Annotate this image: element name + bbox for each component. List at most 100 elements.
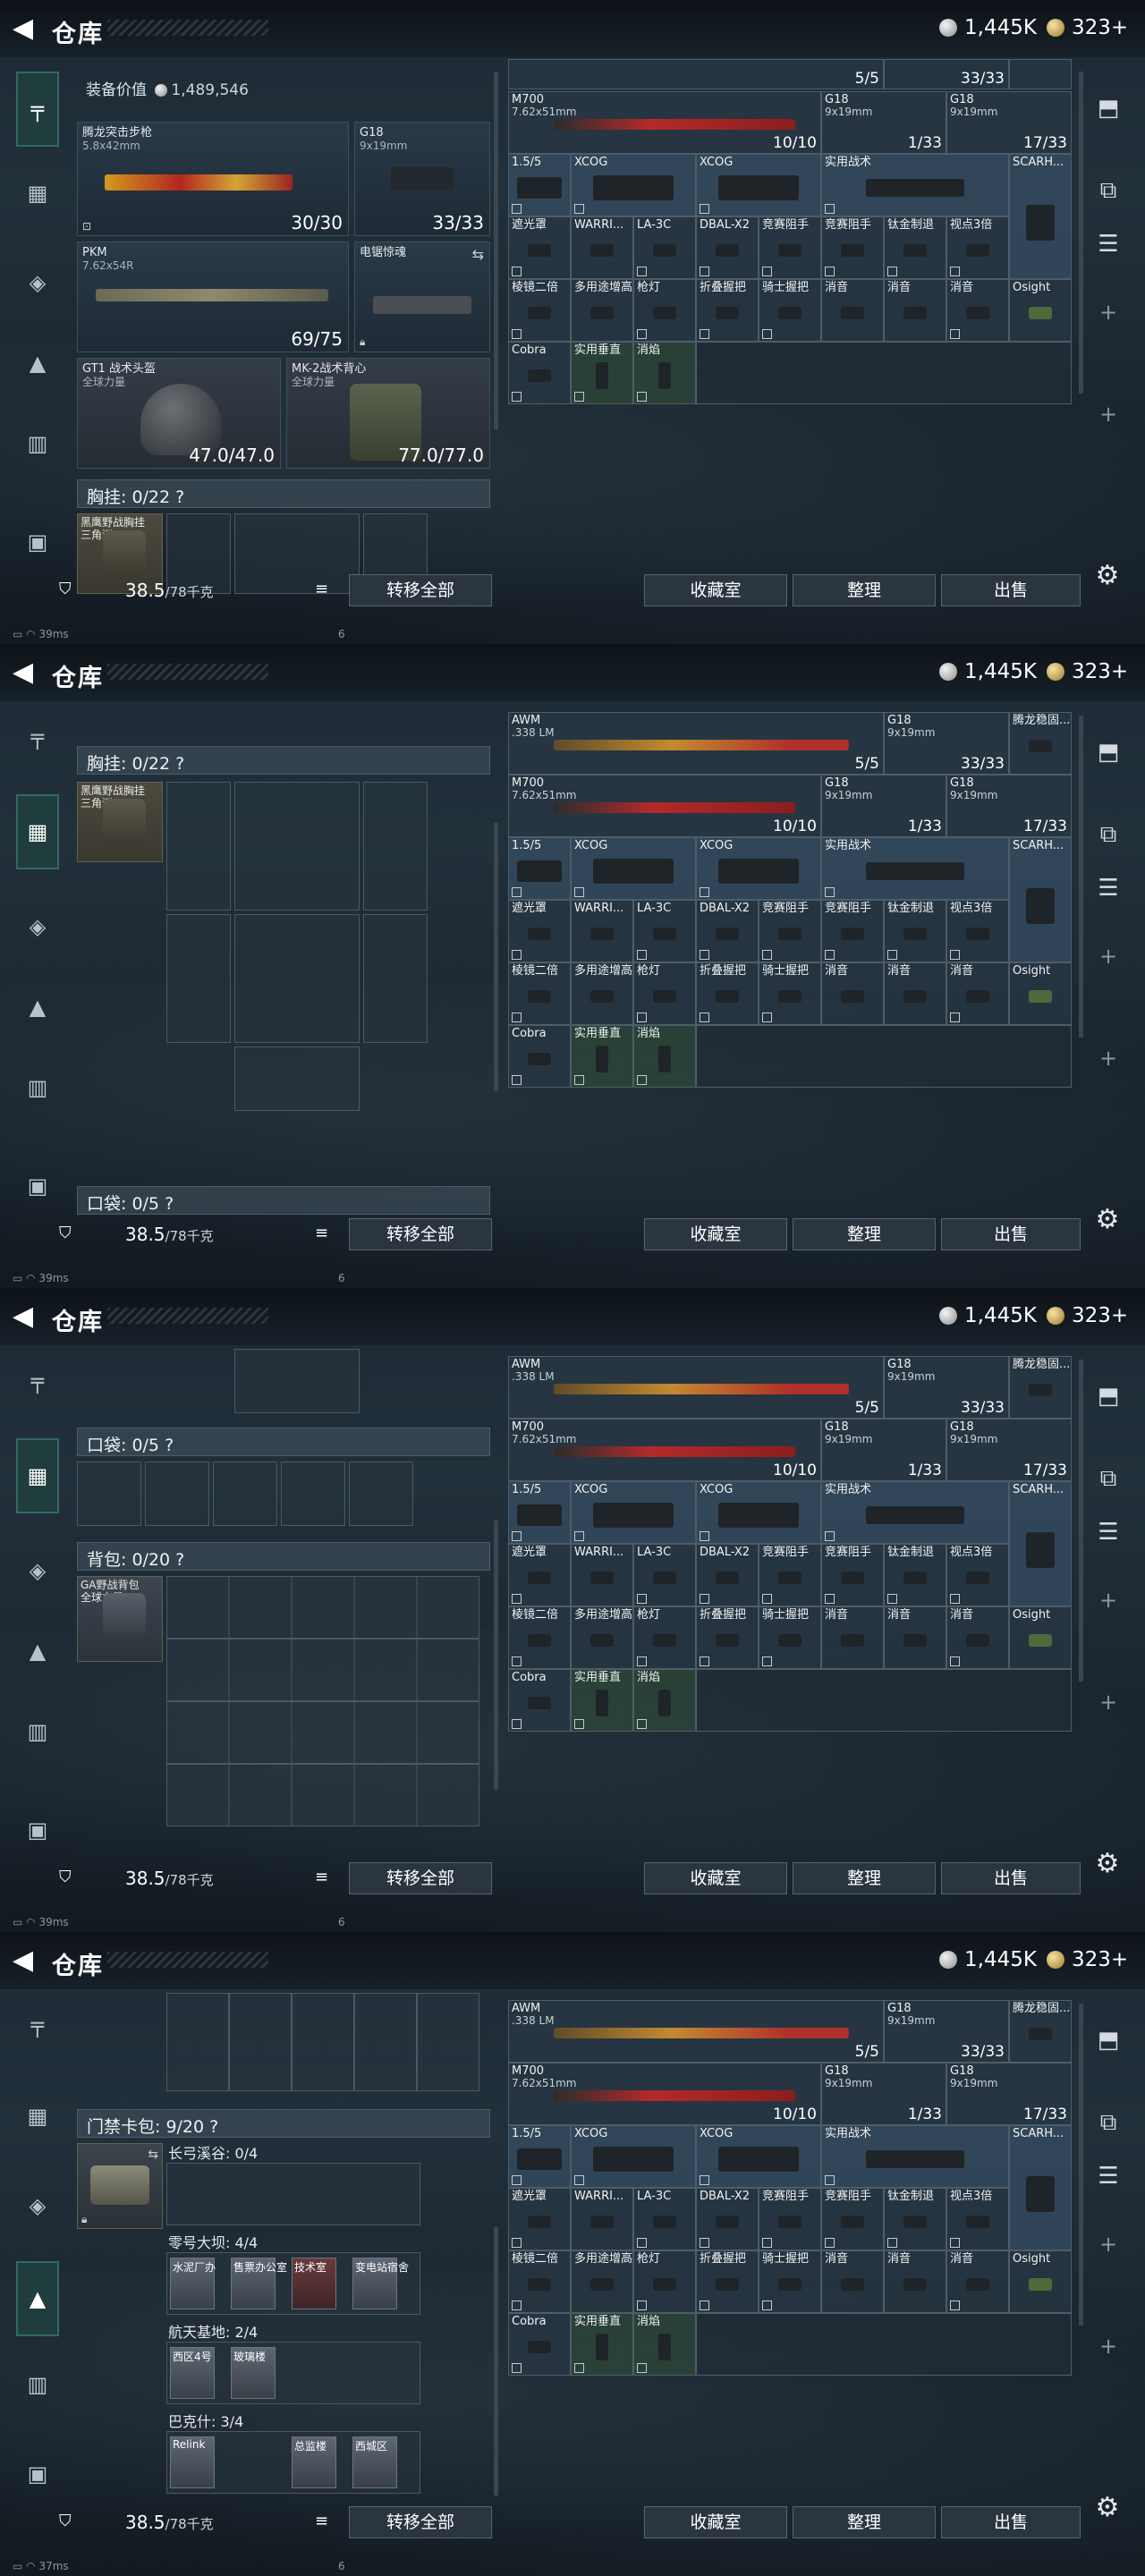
safebox-tab-icon[interactable]: ▥ [16,1710,59,1753]
list-icon[interactable]: ≡ [315,2512,336,2531]
grid-item[interactable]: 骑士握把 [759,1606,821,1669]
grid-item[interactable]: 视点3倍 [946,2188,1009,2250]
grid-item[interactable]: 遮光罩 [508,1544,571,1606]
grid-item-xcog[interactable]: XCOG [696,154,821,216]
grid-item[interactable]: 棱镜二倍 [508,2250,571,2313]
safebox-tab-icon[interactable]: ▥ [16,1066,59,1109]
weapon-filter-icon[interactable]: ☰ [1088,1512,1129,1553]
grid-item[interactable]: 钛金制退 [884,2188,946,2250]
grid-item-xcog[interactable]: XCOG [571,2125,696,2188]
add-page-icon[interactable]: + [1088,394,1129,435]
armor-filter-icon[interactable]: ⧉ [1088,2102,1129,2143]
grid-item-scarh-mag[interactable]: SCARH... [1009,837,1072,962]
chest-slot[interactable] [234,914,360,1043]
grid-item[interactable]: WARRI... [571,1544,633,1606]
help-icon[interactable]: ? [165,1194,174,1214]
backpack-tab-icon[interactable]: ▲ [16,1630,59,1673]
grid-item[interactable]: 棱镜二倍 [508,279,571,342]
grid-item-g18[interactable]: G18 9x19mm 17/33 [946,2063,1072,2125]
grid-item[interactable]: LA-3C [633,216,696,279]
grid-item-awm[interactable]: AWM .338 LM 5/5 [508,1356,884,1419]
grid-item[interactable]: Osight [1009,279,1072,342]
grid-item-g18[interactable]: G18 9x19mm 33/33 [884,2000,1009,2063]
keycard[interactable]: 水泥厂办 [170,2258,216,2309]
back-icon[interactable]: ◀ [13,1945,38,1977]
keycard[interactable]: 玻璃楼 [231,2347,276,2399]
grid-item[interactable]: 钛金制退 [884,216,946,279]
grid-item[interactable]: 钛金制退 [884,900,946,962]
grid-item[interactable]: 折叠握把 [696,962,759,1025]
grid-item[interactable]: 枪灯 [633,1606,696,1669]
list-icon[interactable]: ≡ [315,1224,336,1243]
grid-item[interactable]: 消音 [884,1606,946,1669]
storage-icon[interactable]: ⬒ [1088,2020,1129,2061]
list-icon[interactable]: ≡ [315,580,336,599]
grid-item-g18[interactable]: G18 9x19mm 1/33 [821,775,946,837]
grid-item[interactable]: LA-3C [633,1544,696,1606]
pocket-slot[interactable] [145,1462,209,1526]
settings-gear-icon[interactable]: ⚙ [1093,1206,1122,1234]
grid-item-xcog[interactable]: XCOG [696,2125,821,2188]
grid-item-scarh-mag[interactable]: SCARH... [1009,1481,1072,1606]
sell-button[interactable]: 出售 [941,574,1081,606]
grid-item[interactable]: 腾龙稳固... [1009,1356,1072,1419]
grid-item[interactable]: 消音 [821,962,884,1025]
grid-item[interactable]: 遮光罩 [508,2188,571,2250]
grid-item[interactable]: 视点3倍 [946,1544,1009,1606]
grid-item[interactable]: 棱镜二倍 [508,1606,571,1669]
grid-item[interactable]: 多用途增高 [571,2250,633,2313]
grid-item[interactable]: 消音 [946,962,1009,1025]
grid-item-stock[interactable]: 实用战术 [821,837,1009,900]
transfer-all-button[interactable]: 转移全部 [349,2506,492,2538]
grid-item[interactable]: 枪灯 [633,279,696,342]
grid-item[interactable]: 折叠握把 [696,2250,759,2313]
transfer-all-button[interactable]: 转移全部 [349,1218,492,1250]
keycard[interactable]: 技术室 [292,2258,336,2309]
grid-item[interactable]: Cobra [508,1669,571,1732]
empty-grid-area[interactable] [696,1669,1072,1732]
storage-icon[interactable]: ⬒ [1088,88,1129,129]
weapons-tab-icon[interactable]: ╤ [16,2004,59,2046]
grid-item-stock[interactable]: 实用战术 [821,154,1009,216]
grid-cell[interactable]: 33/33 [884,59,1009,89]
grid-item[interactable]: 消音 [884,2250,946,2313]
grid-item-m700[interactable]: M700 7.62x51mm 10/10 [508,2063,821,2125]
collection-button[interactable]: 收藏室 [644,1218,787,1250]
grid-item-scope[interactable]: 1.5/5 [508,2125,571,2188]
grid-item[interactable]: 视点3倍 [946,900,1009,962]
keycard[interactable]: 总监楼 [292,2436,336,2488]
keycard-slot-row[interactable] [166,2163,420,2225]
transfer-all-button[interactable]: 转移全部 [349,1862,492,1894]
briefcase-tab-icon[interactable]: ▣ [16,1809,59,1852]
empty-grid-area[interactable] [696,2313,1072,2376]
grid-item[interactable]: 消音 [946,1606,1009,1669]
helmet-slot[interactable]: GT1 战术头盔 全球力量 47.0/47.0 [77,358,281,469]
weapon-filter-icon[interactable]: ☰ [1088,868,1129,909]
add-page-icon[interactable]: + [1088,2224,1129,2265]
settings-gear-icon[interactable]: ⚙ [1093,1850,1122,1878]
safebox-tab-icon[interactable]: ▥ [16,2363,59,2406]
organize-button[interactable]: 整理 [793,574,936,606]
grid-item[interactable]: 遮光罩 [508,216,571,279]
grid-item[interactable]: Cobra [508,342,571,404]
grid-item[interactable]: 实用垂直 [571,342,633,404]
chest-slot[interactable] [363,914,428,1043]
grid-item-m700[interactable]: M700 7.62x51mm 10/10 [508,1419,821,1481]
collection-button[interactable]: 收藏室 [644,574,787,606]
grid-item[interactable]: 折叠握把 [696,279,759,342]
grid-item[interactable]: 消焰 [633,1669,696,1732]
grid-item[interactable]: Cobra [508,1025,571,1088]
left-scrollbar[interactable] [494,72,498,429]
grid-item[interactable]: 消音 [946,2250,1009,2313]
transfer-all-button[interactable]: 转移全部 [349,574,492,606]
safebox-tab-icon[interactable]: ▥ [16,422,59,465]
help-icon[interactable]: ? [175,1550,184,1570]
sell-button[interactable]: 出售 [941,2506,1081,2538]
grid-item[interactable]: 竞赛阻手 [821,1544,884,1606]
grid-item[interactable]: 棱镜二倍 [508,962,571,1025]
chest-slot[interactable] [363,782,428,911]
list-icon[interactable]: ≡ [315,1868,336,1887]
weapons-tab-icon[interactable]: ╤ [16,72,59,147]
keycard-tab-icon[interactable]: ▲ [16,2261,59,2336]
chest-rig-item[interactable]: 黑鹰野战胸挂 三角洲 [77,782,163,862]
